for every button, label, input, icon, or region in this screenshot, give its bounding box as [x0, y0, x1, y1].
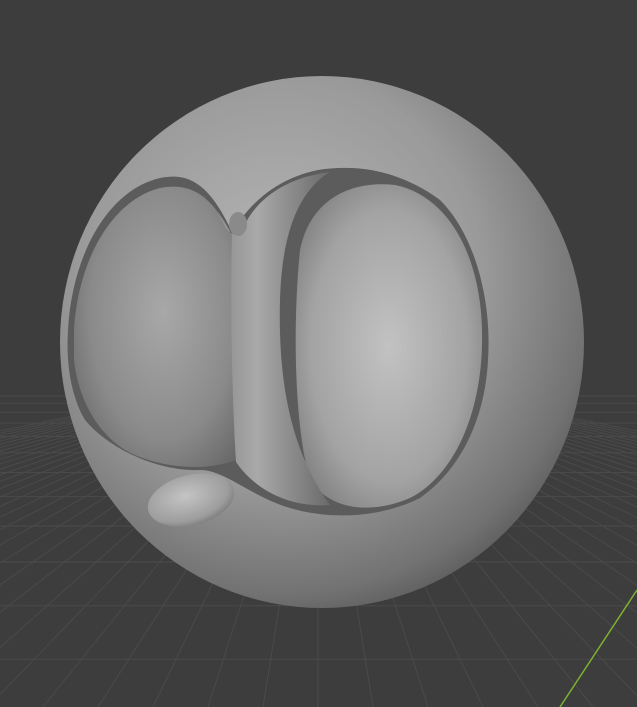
pillar-drip: [229, 212, 247, 236]
3d-viewport[interactable]: [0, 0, 637, 707]
x-axis-line: [559, 589, 637, 707]
